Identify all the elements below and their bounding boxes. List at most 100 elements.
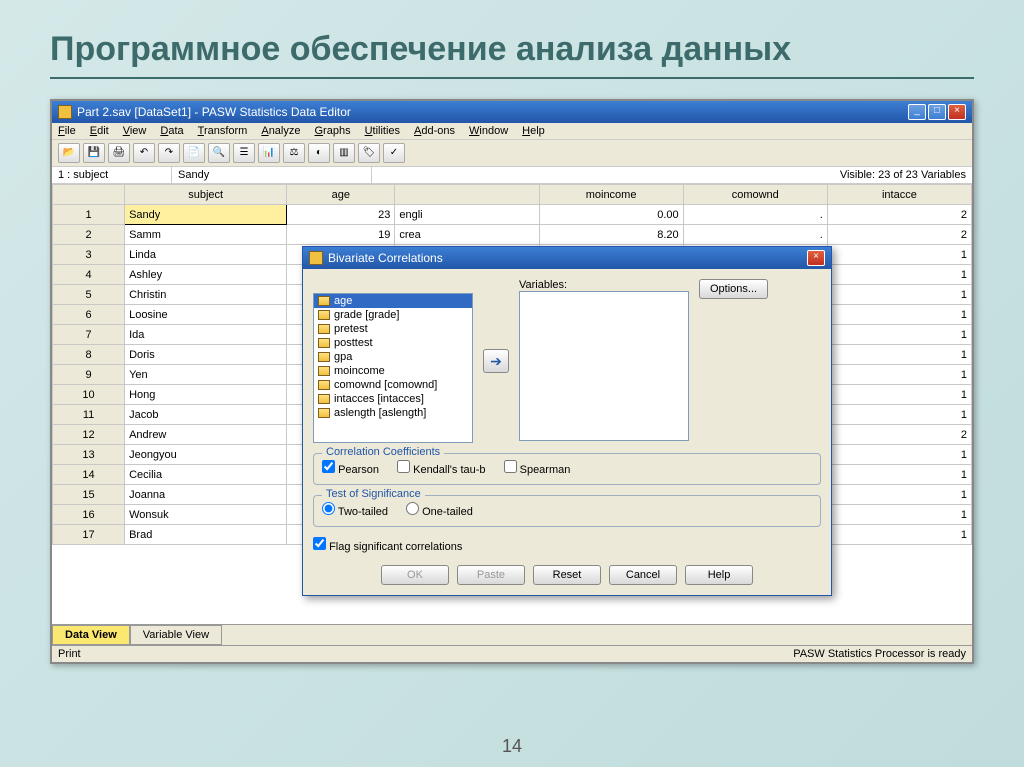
menu-graphs[interactable]: Graphs [314,125,350,137]
cell-intacce[interactable]: 1 [827,265,971,285]
cell-subject[interactable]: Wonsuk [125,505,287,525]
cell-subject[interactable]: Sandy [125,205,287,225]
cell-subject[interactable]: Christin [125,285,287,305]
cell-col3[interactable]: engli [395,205,539,225]
selected-var-list[interactable] [519,291,689,441]
cell-intacce[interactable]: 1 [827,445,971,465]
cell-intacce[interactable]: 1 [827,305,971,325]
cell-age[interactable]: 23 [287,205,395,225]
tab-variable-view[interactable]: Variable View [130,625,222,645]
cell-moincome[interactable]: 0.00 [539,205,683,225]
cell-subject[interactable]: Samm [125,225,287,245]
menu-file[interactable]: File [58,125,76,137]
menu-addons[interactable]: Add-ons [414,125,455,137]
cell-intacce[interactable]: 1 [827,505,971,525]
column-header[interactable]: intacce [827,185,971,205]
options-button[interactable]: Options... [699,279,768,299]
menu-window[interactable]: Window [469,125,508,137]
toolbar-redo-icon[interactable]: ↷ [158,143,180,163]
cell-subject[interactable]: Doris [125,345,287,365]
close-button[interactable]: × [948,104,966,120]
kendall-checkbox[interactable]: Kendall's tau-b [397,460,486,476]
menu-utilities[interactable]: Utilities [365,125,400,137]
row-header[interactable]: 3 [53,245,125,265]
cell-subject[interactable]: Brad [125,525,287,545]
toolbar-vars-icon[interactable]: ☰ [233,143,255,163]
row-header[interactable]: 5 [53,285,125,305]
menu-view[interactable]: View [123,125,147,137]
column-header[interactable] [395,185,539,205]
one-tailed-radio[interactable]: One-tailed [406,502,473,518]
cell-col3[interactable]: crea [395,225,539,245]
menu-help[interactable]: Help [522,125,545,137]
row-header[interactable]: 10 [53,385,125,405]
cell-subject[interactable]: Loosine [125,305,287,325]
row-header[interactable]: 14 [53,465,125,485]
cell-intacce[interactable]: 1 [827,325,971,345]
varlist-item[interactable]: gpa [314,350,472,364]
toolbar-open-icon[interactable]: 📂 [58,143,80,163]
tab-data-view[interactable]: Data View [52,625,130,645]
dialog-titlebar[interactable]: Bivariate Correlations × [303,247,831,269]
cell-subject[interactable]: Yen [125,365,287,385]
toolbar-select-icon[interactable]: ◐ [308,143,330,163]
cell-intacce[interactable]: 2 [827,425,971,445]
cell-intacce[interactable]: 1 [827,405,971,425]
cell-intacce[interactable]: 1 [827,465,971,485]
toolbar-value-icon[interactable]: 🏷 [358,143,380,163]
row-header[interactable]: 15 [53,485,125,505]
cell-intacce[interactable]: 2 [827,205,971,225]
toolbar-spell-icon[interactable]: ✓ [383,143,405,163]
cell-subject[interactable]: Ida [125,325,287,345]
row-header[interactable]: 12 [53,425,125,445]
help-button[interactable]: Help [685,565,753,585]
column-header[interactable]: subject [125,185,287,205]
two-tailed-radio[interactable]: Two-tailed [322,502,388,518]
menu-transform[interactable]: Transform [198,125,248,137]
toolbar-split-icon[interactable]: ▥ [333,143,355,163]
varlist-item[interactable]: comownd [comownd] [314,378,472,392]
row-header[interactable]: 9 [53,365,125,385]
row-header[interactable]: 16 [53,505,125,525]
row-header[interactable]: 4 [53,265,125,285]
row-header[interactable]: 6 [53,305,125,325]
toolbar-undo-icon[interactable]: ↶ [133,143,155,163]
cell-subject[interactable]: Jacob [125,405,287,425]
cell-intacce[interactable]: 2 [827,225,971,245]
titlebar[interactable]: Part 2.sav [DataSet1] - PASW Statistics … [52,101,972,123]
varlist-item[interactable]: age [314,294,472,308]
column-header[interactable]: moincome [539,185,683,205]
maximize-button[interactable]: □ [928,104,946,120]
minimize-button[interactable]: _ [908,104,926,120]
cell-subject[interactable]: Joanna [125,485,287,505]
cell-subject[interactable]: Ashley [125,265,287,285]
row-header[interactable]: 8 [53,345,125,365]
varlist-item[interactable]: aslength [aslength] [314,406,472,420]
toolbar-weight-icon[interactable]: ⚖ [283,143,305,163]
dialog-close-button[interactable]: × [807,250,825,266]
row-header[interactable]: 1 [53,205,125,225]
toolbar-find-icon[interactable]: 🔍 [208,143,230,163]
ok-button[interactable]: OK [381,565,449,585]
spearman-checkbox[interactable]: Spearman [504,460,571,476]
menu-data[interactable]: Data [160,125,183,137]
cell-subject[interactable]: Andrew [125,425,287,445]
cell-intacce[interactable]: 1 [827,365,971,385]
cell-comownd[interactable]: . [683,225,827,245]
reset-button[interactable]: Reset [533,565,601,585]
row-header[interactable]: 2 [53,225,125,245]
cell-intacce[interactable]: 1 [827,285,971,305]
cancel-button[interactable]: Cancel [609,565,677,585]
menu-analyze[interactable]: Analyze [261,125,300,137]
cell-age[interactable]: 19 [287,225,395,245]
column-header[interactable]: comownd [683,185,827,205]
cell-intacce[interactable]: 1 [827,525,971,545]
data-grid[interactable]: subjectagemoincomecomowndintacce 1Sandy2… [52,184,972,624]
varlist-item[interactable]: intacces [intacces] [314,392,472,406]
cell-subject[interactable]: Hong [125,385,287,405]
paste-button[interactable]: Paste [457,565,525,585]
cell-subject[interactable]: Cecilia [125,465,287,485]
toolbar-chart-icon[interactable]: 📊 [258,143,280,163]
cell-intacce[interactable]: 1 [827,385,971,405]
row-header[interactable]: 17 [53,525,125,545]
